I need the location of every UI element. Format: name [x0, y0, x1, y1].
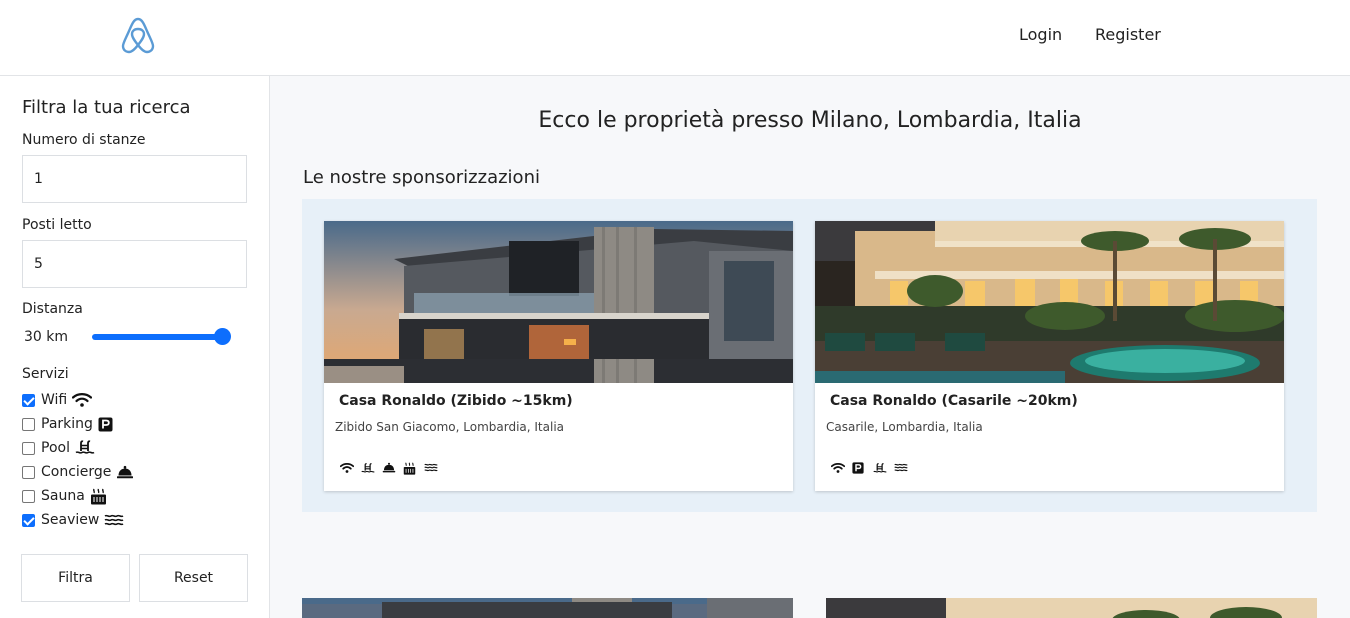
sauna-icon: [90, 488, 107, 505]
distance-slider-handle[interactable]: [214, 328, 231, 345]
parking-icon: [98, 417, 113, 432]
property-title[interactable]: Casa Ronaldo (Casarile ~20km): [830, 393, 1078, 409]
page-title: Ecco le proprietà presso Milano, Lombard…: [538, 108, 1082, 133]
seaview-checkbox[interactable]: [22, 513, 35, 527]
property-photo[interactable]: [324, 221, 793, 383]
service-label: Pool: [41, 440, 70, 456]
filter-title: Filtra la tua ricerca: [22, 97, 191, 118]
filter-sidebar: Filtra la tua ricerca Numero di stanze P…: [0, 76, 270, 618]
wifi-icon: [72, 392, 93, 408]
beds-label: Posti letto: [22, 217, 92, 233]
water-icon: [894, 462, 908, 476]
filter-button[interactable]: Filtra: [21, 554, 130, 602]
service-concierge[interactable]: Concierge: [22, 463, 134, 481]
service-pool[interactable]: Pool: [22, 439, 95, 457]
services-label: Servizi: [22, 366, 69, 382]
service-label: Concierge: [41, 464, 112, 480]
parking-icon: [852, 462, 866, 476]
concierge-bell-icon: [116, 465, 134, 479]
concierge-bell-icon: [382, 462, 396, 476]
register-link[interactable]: Register: [1095, 25, 1161, 44]
sauna-icon: [403, 462, 417, 476]
property-card-partial[interactable]: [826, 598, 1317, 618]
property-photo[interactable]: [815, 221, 1284, 383]
property-card[interactable]: Casa Ronaldo (Casarile ~20km) Casarile, …: [815, 221, 1284, 491]
property-address: Zibido San Giacomo, Lombardia, Italia: [335, 420, 565, 434]
sponsored-section: Casa Ronaldo (Zibido ~15km) Zibido San G…: [302, 199, 1317, 512]
property-card[interactable]: Casa Ronaldo (Zibido ~15km) Zibido San G…: [324, 221, 793, 491]
property-address: Casarile, Lombardia, Italia: [826, 420, 983, 434]
rooms-label: Numero di stanze: [22, 132, 146, 148]
airbnb-logo-icon[interactable]: [118, 15, 158, 55]
property-services: [831, 462, 908, 476]
login-link[interactable]: Login: [1019, 25, 1062, 44]
service-parking[interactable]: Parking: [22, 415, 113, 433]
property-services: [340, 462, 438, 476]
pool-icon: [75, 440, 95, 456]
distance-label: Distanza: [22, 301, 83, 317]
beds-input[interactable]: [22, 240, 247, 288]
water-icon: [424, 462, 438, 476]
parking-checkbox[interactable]: [22, 417, 35, 431]
service-label: Seaview: [41, 512, 100, 528]
wifi-icon: [340, 462, 354, 476]
property-title[interactable]: Casa Ronaldo (Zibido ~15km): [339, 393, 573, 409]
service-label: Wifi: [41, 392, 68, 408]
reset-button[interactable]: Reset: [139, 554, 248, 602]
service-wifi[interactable]: Wifi: [22, 391, 93, 409]
property-card-partial[interactable]: [302, 598, 793, 618]
concierge-checkbox[interactable]: [22, 465, 35, 479]
water-icon: [104, 513, 124, 527]
pool-icon: [873, 462, 887, 476]
sponsored-title: Le nostre sponsorizzazioni: [303, 167, 540, 188]
rooms-input[interactable]: [22, 155, 247, 203]
distance-slider-track[interactable]: [92, 334, 226, 340]
wifi-checkbox[interactable]: [22, 393, 35, 407]
service-seaview[interactable]: Seaview: [22, 511, 124, 529]
service-sauna[interactable]: Sauna: [22, 487, 107, 505]
pool-icon: [361, 462, 375, 476]
distance-value: 30 km: [24, 329, 69, 345]
top-navbar: Login Register: [0, 0, 1350, 76]
service-label: Parking: [41, 416, 93, 432]
wifi-icon: [831, 462, 845, 476]
sauna-checkbox[interactable]: [22, 489, 35, 503]
service-label: Sauna: [41, 488, 85, 504]
pool-checkbox[interactable]: [22, 441, 35, 455]
